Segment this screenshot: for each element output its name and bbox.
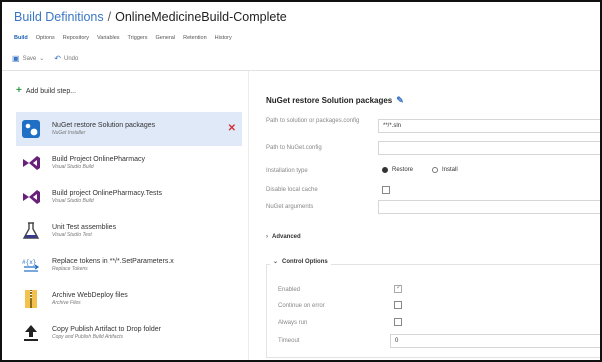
flask-icon xyxy=(20,220,42,242)
step-task-type: Visual Studio Build xyxy=(52,198,94,204)
continue-on-error-label: Continue on error xyxy=(278,303,325,309)
step-name: Replace tokens in **/*.SetParameters.x xyxy=(52,258,174,265)
path-to-solution-input[interactable]: **/*.sln xyxy=(378,119,600,133)
step-details-title-text: NuGet restore Solution packages xyxy=(266,96,393,105)
definition-tabs: Build Options Repository Variables Trigg… xyxy=(14,35,232,41)
toolbar: ▣ Save ⌄ ↶ Undo xyxy=(12,54,78,63)
breadcrumb-separator: / xyxy=(107,10,112,24)
chevron-down-icon: ⌄ xyxy=(39,56,45,62)
step-task-type: Visual Studio Build xyxy=(52,164,94,170)
build-step-replace-tokens[interactable]: #{x} Replace tokens in **/*.SetParameter… xyxy=(16,248,242,282)
tab-repository[interactable]: Repository xyxy=(63,35,89,41)
save-icon: ▣ xyxy=(12,54,20,63)
timeout-label: Timeout xyxy=(278,338,300,344)
step-name: Unit Test assemblies xyxy=(52,224,117,231)
advanced-section-label: Advanced xyxy=(272,234,301,240)
nuget-icon xyxy=(20,118,42,140)
tab-options[interactable]: Options xyxy=(36,35,55,41)
page-title: OnlineMedicineBuild-Complete xyxy=(115,10,287,24)
chevron-down-icon: ⌄ xyxy=(273,259,279,265)
delete-step-icon[interactable]: ✕ xyxy=(228,123,236,134)
step-task-type: Visual Studio Test xyxy=(52,232,92,238)
step-name: Build Project OnlinePharmacy xyxy=(52,156,145,163)
step-details-title: NuGet restore Solution packages ✎ xyxy=(266,95,404,106)
save-label: Save xyxy=(22,55,37,62)
undo-label: Undo xyxy=(63,55,79,62)
save-button[interactable]: ▣ Save ⌄ xyxy=(12,54,44,63)
visual-studio-icon xyxy=(20,186,42,208)
path-to-solution-label: Path to solution or packages.config xyxy=(266,118,360,124)
step-name: NuGet restore Solution packages xyxy=(52,122,156,129)
step-name: Copy Publish Artifact to Drop folder xyxy=(52,326,161,333)
radio-unselected-icon xyxy=(432,167,438,173)
add-build-step-button[interactable]: + Add build step... xyxy=(16,86,76,96)
step-task-type: NuGet Installer xyxy=(52,130,86,136)
continue-on-error-checkbox[interactable] xyxy=(394,301,402,309)
undo-icon: ↶ xyxy=(54,54,61,63)
disable-cache-label: Disable local cache xyxy=(266,187,318,193)
install-radio[interactable]: Install xyxy=(432,167,458,173)
undo-button[interactable]: ↶ Undo xyxy=(54,54,78,63)
plus-icon: + xyxy=(16,85,22,96)
step-name: Build project OnlinePharmacy.Tests xyxy=(52,190,162,197)
build-step-nuget-restore[interactable]: NuGet restore Solution packages NuGet In… xyxy=(16,112,242,146)
breadcrumb-build-definitions-link[interactable]: Build Definitions xyxy=(14,10,104,24)
replace-tokens-icon: #{x} xyxy=(20,254,42,276)
upload-arrow-icon xyxy=(20,322,42,344)
visual-studio-icon xyxy=(20,152,42,174)
toolbar-divider xyxy=(2,70,600,71)
tab-build[interactable]: Build xyxy=(14,35,28,41)
archive-icon xyxy=(20,288,42,310)
tab-history[interactable]: History xyxy=(215,35,232,41)
chevron-right-icon: › xyxy=(266,234,268,240)
tab-retention[interactable]: Retention xyxy=(183,35,207,41)
enabled-label: Enabled xyxy=(278,287,301,293)
edit-pencil-icon[interactable]: ✎ xyxy=(396,95,404,106)
build-steps-list: NuGet restore Solution packages NuGet In… xyxy=(16,112,242,350)
always-run-label: Always run xyxy=(278,320,308,326)
advanced-section-toggle[interactable]: › Advanced xyxy=(266,234,301,240)
step-name: Archive WebDeploy files xyxy=(52,292,128,299)
install-radio-label: Install xyxy=(442,167,458,173)
step-task-type: Replace Tokens xyxy=(52,266,88,272)
build-step-copy-publish[interactable]: Copy Publish Artifact to Drop folder Cop… xyxy=(16,316,242,350)
control-options-label: Control Options xyxy=(282,258,328,265)
installation-type-label: Installation type xyxy=(266,168,308,174)
svg-text:#{x}: #{x} xyxy=(22,259,36,266)
disable-cache-checkbox[interactable] xyxy=(382,186,390,194)
build-step-archive-files[interactable]: Archive WebDeploy files Archive Files xyxy=(16,282,242,316)
build-definition-window: Build Definitions / OnlineMedicineBuild-Co… xyxy=(0,0,602,362)
nuget-arguments-input[interactable] xyxy=(378,200,600,214)
breadcrumb: Build Definitions / OnlineMedicineBuild-Co… xyxy=(14,10,287,24)
step-task-type: Copy and Publish Build Artifacts xyxy=(52,334,123,340)
restore-radio[interactable]: Restore xyxy=(382,167,413,173)
always-run-checkbox[interactable] xyxy=(394,318,402,326)
build-step-build-tests[interactable]: Build project OnlinePharmacy.Tests Visua… xyxy=(16,180,242,214)
radio-selected-icon xyxy=(382,167,388,173)
nuget-config-input[interactable] xyxy=(378,141,600,155)
control-options-toggle[interactable]: ⌄ Control Options xyxy=(270,258,331,265)
add-build-step-label: Add build step... xyxy=(25,87,77,95)
build-step-unit-test[interactable]: Unit Test assemblies Visual Studio Test xyxy=(16,214,242,248)
tab-general[interactable]: General xyxy=(156,35,176,41)
tab-triggers[interactable]: Triggers xyxy=(128,35,148,41)
nuget-config-label: Path to NuGet.config xyxy=(266,145,322,151)
enabled-checkbox[interactable] xyxy=(394,283,402,293)
build-step-build-project[interactable]: Build Project OnlinePharmacy Visual Stud… xyxy=(16,146,242,180)
timeout-input[interactable]: 0 xyxy=(390,334,600,348)
restore-radio-label: Restore xyxy=(392,167,414,173)
panel-divider xyxy=(248,71,249,360)
tab-variables[interactable]: Variables xyxy=(97,35,120,41)
nuget-arguments-label: NuGet arguments xyxy=(266,204,314,210)
step-task-type: Archive Files xyxy=(52,300,81,306)
